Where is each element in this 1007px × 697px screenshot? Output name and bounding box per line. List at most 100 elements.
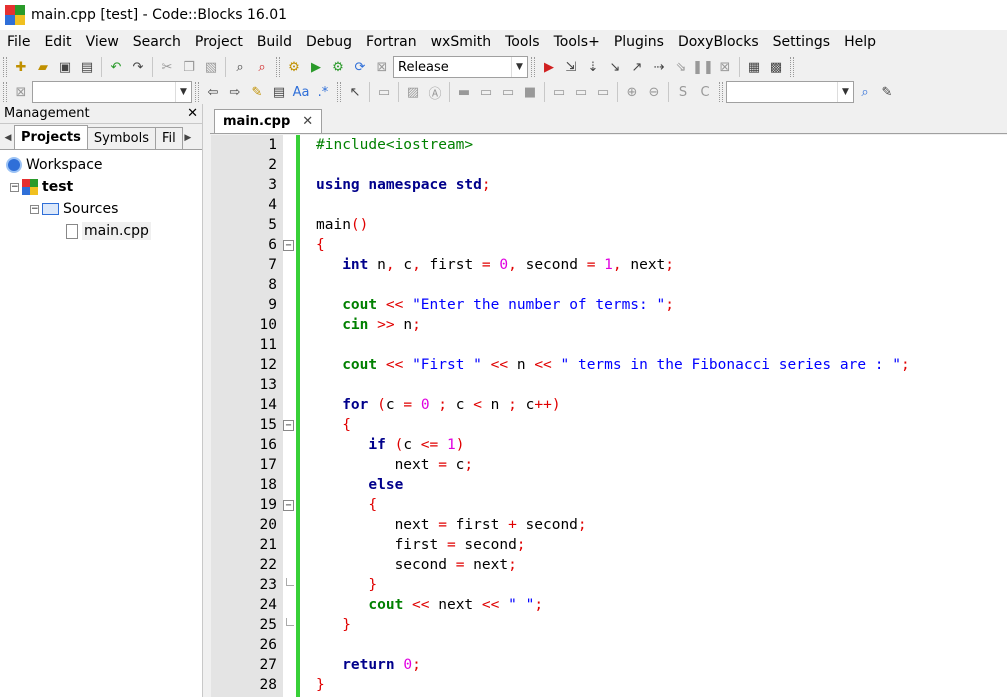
code-line[interactable]: 19− { xyxy=(211,495,1007,515)
menu-wxsmith[interactable]: wxSmith xyxy=(424,34,499,50)
code-line[interactable]: 12 cout << "First " << n << " terms in t… xyxy=(211,355,1007,375)
copy-icon[interactable]: ❐ xyxy=(178,56,200,78)
debug-start-icon[interactable]: ▶ xyxy=(538,56,560,78)
menu-build[interactable]: Build xyxy=(250,34,299,50)
image-icon[interactable]: ▨ xyxy=(402,81,424,103)
code-editor[interactable]: 1 #include<iostream> 2 3 using namespace std… xyxy=(211,135,1007,697)
panel-bottom-icon[interactable]: ▭ xyxy=(497,81,519,103)
symbol-s-icon[interactable]: S xyxy=(672,81,694,103)
zoom-out-icon[interactable]: ⊖ xyxy=(643,81,665,103)
code-line[interactable]: 20 next = first + second; xyxy=(211,515,1007,535)
selected-text-icon[interactable]: ▤ xyxy=(268,81,290,103)
code-line[interactable]: 25 } xyxy=(211,615,1007,635)
toolbar-grip[interactable] xyxy=(337,82,341,102)
code-line[interactable]: 3 using namespace std; xyxy=(211,175,1007,195)
layout-2-icon[interactable]: ▭ xyxy=(570,81,592,103)
match-case-icon[interactable]: Aa xyxy=(290,81,312,103)
code-line[interactable]: 16 if (c <= 1) xyxy=(211,435,1007,455)
code-line[interactable]: 10 cin >> n; xyxy=(211,315,1007,335)
tree-item-sources[interactable]: − Sources xyxy=(0,198,202,220)
toolbar-grip[interactable] xyxy=(3,82,7,102)
run-icon[interactable]: ▶ xyxy=(305,56,327,78)
toolbar-grip[interactable] xyxy=(719,82,723,102)
toolbar-grip[interactable] xyxy=(790,57,794,77)
save-all-icon[interactable]: ▤ xyxy=(76,56,98,78)
find-icon[interactable]: ⌕ xyxy=(854,81,876,103)
code-line[interactable]: 17 next = c; xyxy=(211,455,1007,475)
code-line[interactable]: 15− { xyxy=(211,415,1007,435)
tree-item-main-cpp[interactable]: main.cpp xyxy=(0,220,202,242)
toolbar-grip[interactable] xyxy=(276,57,280,77)
code-line[interactable]: 14 for (c = 0 ; c < n ; c++) xyxy=(211,395,1007,415)
menu-tools-plus[interactable]: Tools+ xyxy=(547,34,607,50)
code-line[interactable]: 2 xyxy=(211,155,1007,175)
code-line[interactable]: 18 else xyxy=(211,475,1007,495)
undo-icon[interactable]: ↶ xyxy=(105,56,127,78)
fold-collapse-icon[interactable]: − xyxy=(283,419,294,431)
layout-icon[interactable]: ▭ xyxy=(548,81,570,103)
code-line[interactable]: 5 main() xyxy=(211,215,1007,235)
panel-icon[interactable]: ▬ xyxy=(453,81,475,103)
code-line[interactable]: 28} xyxy=(211,675,1007,695)
tab-symbols[interactable]: Symbols xyxy=(86,127,157,149)
menu-fortran[interactable]: Fortran xyxy=(359,34,424,50)
code-line[interactable]: 22 second = next; xyxy=(211,555,1007,575)
select-pointer-icon[interactable]: ↖ xyxy=(344,81,366,103)
menu-plugins[interactable]: Plugins xyxy=(607,34,671,50)
pause-icon[interactable]: ❚❚ xyxy=(692,56,714,78)
stop-debug-icon[interactable]: ⊠ xyxy=(714,56,736,78)
code-line[interactable]: 27 return 0; xyxy=(211,655,1007,675)
toolbar-grip[interactable] xyxy=(531,57,535,77)
tree-item-project[interactable]: − test xyxy=(0,176,202,198)
menu-debug[interactable]: Debug xyxy=(299,34,359,50)
highlight-icon[interactable]: ✎ xyxy=(246,81,268,103)
code-line[interactable]: 9 cout << "Enter the number of terms: "; xyxy=(211,295,1007,315)
replace-icon[interactable]: ⌕ xyxy=(251,56,273,78)
fold-collapse-icon[interactable]: − xyxy=(283,239,294,251)
step-into-instruction-icon[interactable]: ⇘ xyxy=(670,56,692,78)
menu-file[interactable]: File xyxy=(0,34,37,50)
toolbar-grip[interactable] xyxy=(195,82,199,102)
menu-search[interactable]: Search xyxy=(126,34,188,50)
paste-icon[interactable]: ▧ xyxy=(200,56,222,78)
code-line[interactable]: 26 xyxy=(211,635,1007,655)
build-gear-icon[interactable]: ⚙ xyxy=(283,56,305,78)
code-line[interactable]: 21 first = second; xyxy=(211,535,1007,555)
debug-windows-icon[interactable]: ▦ xyxy=(743,56,765,78)
panel-fill-icon[interactable]: ■ xyxy=(519,81,541,103)
code-line[interactable]: 13 xyxy=(211,375,1007,395)
menu-tools[interactable]: Tools xyxy=(498,34,547,50)
tab-scroll-left-icon[interactable]: ◀ xyxy=(2,127,14,149)
text-icon[interactable]: Ⓐ xyxy=(424,81,446,103)
code-line[interactable]: 8 xyxy=(211,275,1007,295)
zoom-in-icon[interactable]: ⊕ xyxy=(621,81,643,103)
code-line[interactable]: 6− { xyxy=(211,235,1007,255)
editor-tab-main-cpp[interactable]: main.cpp ✕ xyxy=(214,109,323,133)
next-instruction-icon[interactable]: ⇢ xyxy=(648,56,670,78)
settings-wrench-icon[interactable]: ✎ xyxy=(876,81,898,103)
tab-projects[interactable]: Projects xyxy=(14,125,88,149)
save-icon[interactable]: ▣ xyxy=(54,56,76,78)
symbol-c-icon[interactable]: C xyxy=(694,81,716,103)
run-to-cursor-icon[interactable]: ⇲ xyxy=(560,56,582,78)
redo-icon[interactable]: ↷ xyxy=(127,56,149,78)
build-target-select[interactable]: Release ▼ xyxy=(393,56,528,78)
management-close-icon[interactable]: ✕ xyxy=(187,106,198,121)
rectangle-icon[interactable]: ▭ xyxy=(373,81,395,103)
debug-info-icon[interactable]: ▩ xyxy=(765,56,787,78)
open-folder-icon[interactable]: ▰ xyxy=(32,56,54,78)
code-line[interactable]: 24 cout << next << " "; xyxy=(211,595,1007,615)
menu-doxyblocks[interactable]: DoxyBlocks xyxy=(671,34,766,50)
collapse-icon[interactable]: − xyxy=(10,182,19,192)
next-line-icon[interactable]: ⇣ xyxy=(582,56,604,78)
rebuild-icon[interactable]: ⟳ xyxy=(349,56,371,78)
abort-icon[interactable]: ⊠ xyxy=(371,56,393,78)
panel-top-icon[interactable]: ▭ xyxy=(475,81,497,103)
cut-icon[interactable]: ✂ xyxy=(156,56,178,78)
code-completion-icon[interactable]: ⊠ xyxy=(10,81,32,103)
menu-edit[interactable]: Edit xyxy=(37,34,78,50)
code-line[interactable]: 1 #include<iostream> xyxy=(211,135,1007,155)
menu-project[interactable]: Project xyxy=(188,34,250,50)
step-into-icon[interactable]: ↘ xyxy=(604,56,626,78)
menu-settings[interactable]: Settings xyxy=(766,34,837,50)
